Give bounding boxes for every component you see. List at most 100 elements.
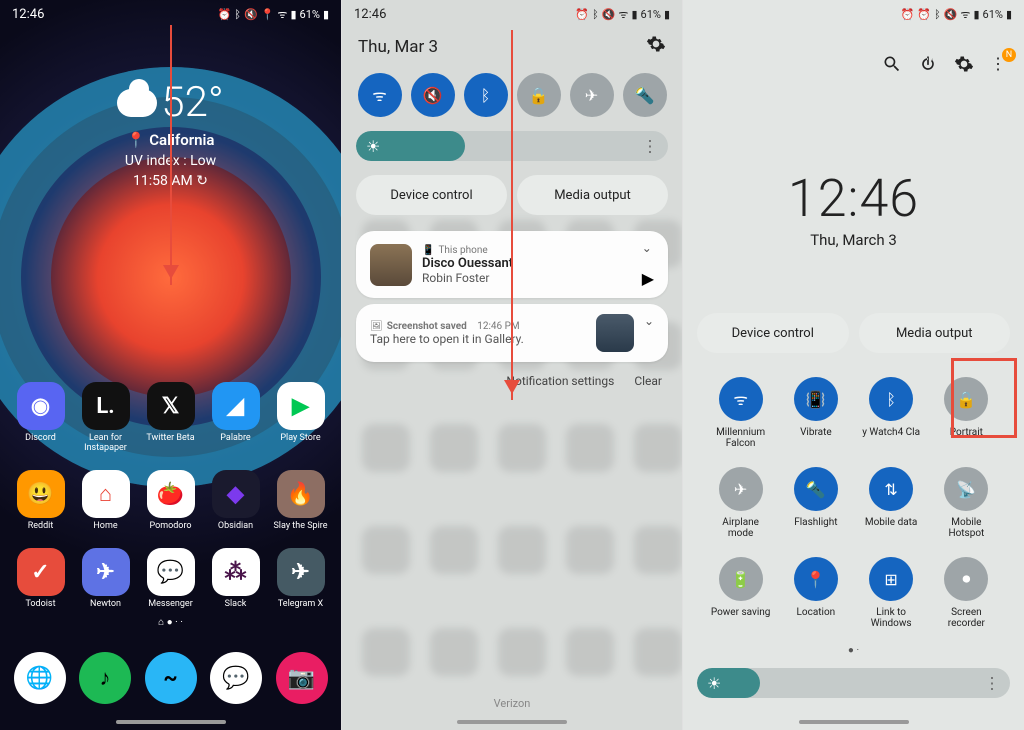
tile-sound-mute[interactable]: 🔇: [411, 73, 455, 117]
nav-bar[interactable]: [799, 720, 909, 724]
app-pomodoro[interactable]: 🍅Pomodoro: [138, 470, 203, 532]
tile-bluetooth[interactable]: ᛒ: [464, 73, 508, 117]
app-slack[interactable]: ⁂Slack: [203, 548, 268, 610]
brightness-menu-icon[interactable]: ⋮: [984, 674, 1000, 693]
brightness-menu-icon[interactable]: ⋮: [642, 137, 658, 156]
status-bar: 12:46 ⏰ ᛒ 🔇 📍 ᯤ ▮ 61% ▮: [0, 0, 341, 28]
app-lean-for-instapaper[interactable]: L.Lean for Instapaper: [73, 382, 138, 454]
tile-label: Vibrate: [800, 427, 832, 438]
screen-recorder-icon: ⏺: [944, 557, 988, 601]
app-icon: ♪: [79, 652, 131, 704]
nav-bar[interactable]: [116, 720, 226, 724]
app-home[interactable]: ⌂Home: [73, 470, 138, 532]
app-label: Reddit: [28, 522, 54, 532]
notif-subtitle: Tap here to open it in Gallery.: [370, 332, 586, 346]
app-play-store[interactable]: ▶Play Store: [268, 382, 333, 454]
tile-wifi[interactable]: ᯤMillennium Falcon: [705, 377, 776, 449]
app-icon: ◉: [17, 382, 65, 430]
tile-mobile-data[interactable]: ⇅Mobile data: [856, 467, 927, 539]
play-icon[interactable]: ▶: [642, 269, 654, 288]
power-icon[interactable]: [918, 54, 938, 74]
alarm-icon: ⏰: [901, 8, 915, 21]
page-indicator[interactable]: ⌂ ● · ·: [0, 617, 341, 628]
app-telegram-x[interactable]: ✈Telegram X: [268, 548, 333, 610]
status-bar: 12:46 ⏰ᛒ🔇ᯤ▮61%▮: [342, 0, 682, 28]
page-indicator[interactable]: ● ·: [683, 645, 1024, 656]
tile-location[interactable]: 📍Location: [780, 557, 851, 629]
media-output-button[interactable]: Media output: [859, 313, 1011, 353]
app-label: Palabre: [220, 434, 250, 444]
power-saving-icon: 🔋: [719, 557, 763, 601]
screenshot-thumb[interactable]: [596, 314, 634, 352]
brightness-icon: ☀: [366, 137, 380, 156]
app-messenger[interactable]: 💬Messenger: [138, 548, 203, 610]
mute-icon: 🔇: [244, 8, 258, 21]
swipe-down-arrow: [170, 25, 172, 285]
tile-bluetooth[interactable]: ᛒy Watch4 Cla: [856, 377, 927, 449]
device-control-button[interactable]: Device control: [697, 313, 849, 353]
flashlight-icon: 🔦: [794, 467, 838, 511]
app-discord[interactable]: ◉Discord: [8, 382, 73, 454]
tile-label: Flashlight: [794, 517, 837, 528]
app-palabre[interactable]: ◢Palabre: [203, 382, 268, 454]
alarm-icon: ⏰: [218, 8, 232, 21]
tile-flashlight[interactable]: 🔦: [623, 73, 667, 117]
tile-label: Millennium Falcon: [709, 427, 773, 449]
tile-rotation-lock[interactable]: 🔒: [517, 73, 561, 117]
battery-icon: ▮: [664, 8, 670, 21]
app-label: Twitter Beta: [146, 434, 194, 444]
search-icon[interactable]: [882, 54, 902, 74]
app-icon: ◆: [212, 470, 260, 518]
signal-icon: ▮: [973, 8, 979, 21]
tile-hotspot[interactable]: 📡Mobile Hotspot: [931, 467, 1002, 539]
location-icon: 📍: [794, 557, 838, 601]
tile-flashlight[interactable]: 🔦 Flashlight: [780, 467, 851, 539]
phone-icon: 📱: [422, 245, 434, 256]
app-reddit[interactable]: 😃 Reddit: [8, 470, 73, 532]
tile-power-saving[interactable]: 🔋Power saving: [705, 557, 776, 629]
dock-messages[interactable]: 💬: [210, 652, 262, 704]
app-icon: ⁂: [212, 548, 260, 596]
nav-bar[interactable]: [457, 720, 567, 724]
dock-swipe[interactable]: ~: [145, 652, 197, 704]
app-newton[interactable]: ✈Newton: [73, 548, 138, 610]
app-todoist[interactable]: ✓Todoist: [8, 548, 73, 610]
tile-wifi[interactable]: ᯤ: [358, 73, 402, 117]
tile-airplane[interactable]: ✈: [570, 73, 614, 117]
notification-settings-link[interactable]: Notification settings: [506, 374, 614, 388]
clear-button[interactable]: Clear: [634, 374, 662, 388]
device-control-button[interactable]: Device control: [356, 175, 507, 215]
app-icon: 😃: [17, 470, 65, 518]
settings-gear-icon[interactable]: [646, 34, 666, 59]
signal-icon: ▮: [631, 8, 637, 21]
media-output-button[interactable]: Media output: [517, 175, 668, 215]
brightness-slider[interactable]: ☀ ⋮: [697, 668, 1010, 698]
chevron-down-icon[interactable]: ⌄: [642, 241, 652, 255]
app-twitter-beta[interactable]: 𝕏Twitter Beta: [138, 382, 203, 454]
notif-time: 12:46 PM: [477, 321, 519, 332]
wifi-icon: ᯤ: [618, 7, 628, 22]
app-icon: 🔥: [277, 470, 325, 518]
settings-gear-icon[interactable]: [954, 54, 974, 74]
app-slay-the-spire[interactable]: 🔥Slay the Spire: [268, 470, 333, 532]
bt-icon: ᛒ: [934, 8, 941, 21]
panel-date[interactable]: Thu, Mar 3: [358, 37, 438, 57]
tile-screen-recorder[interactable]: ⏺Screen recorder: [931, 557, 1002, 629]
app-obsidian[interactable]: ◆Obsidian: [203, 470, 268, 532]
more-icon[interactable]: ⋮: [990, 54, 1010, 74]
bluetooth-icon: ᛒ: [234, 8, 241, 21]
quick-panel-collapsed: 12:46 ⏰ᛒ🔇ᯤ▮61%▮ Thu, Mar 3 ᯤ🔇ᛒ🔒✈🔦 ☀ ⋮ De…: [341, 0, 682, 730]
dock-spotify[interactable]: ♪: [79, 652, 131, 704]
app-icon: ⌂: [82, 470, 130, 518]
dock-camera[interactable]: 📷: [276, 652, 328, 704]
battery-pct: 61%: [641, 8, 661, 21]
tile-vibrate[interactable]: 📳Vibrate: [780, 377, 851, 449]
big-time: 12:46: [683, 168, 1024, 229]
clock-widget[interactable]: 12:46 Thu, March 3: [683, 168, 1024, 249]
tile-link-windows[interactable]: ⊞Link to Windows: [856, 557, 927, 629]
dock-chrome[interactable]: 🌐: [14, 652, 66, 704]
app-icon: 📷: [276, 652, 328, 704]
tile-airplane[interactable]: ✈Airplane mode: [705, 467, 776, 539]
chevron-down-icon[interactable]: ⌄: [644, 314, 654, 328]
battery-icon: ▮: [323, 8, 329, 21]
